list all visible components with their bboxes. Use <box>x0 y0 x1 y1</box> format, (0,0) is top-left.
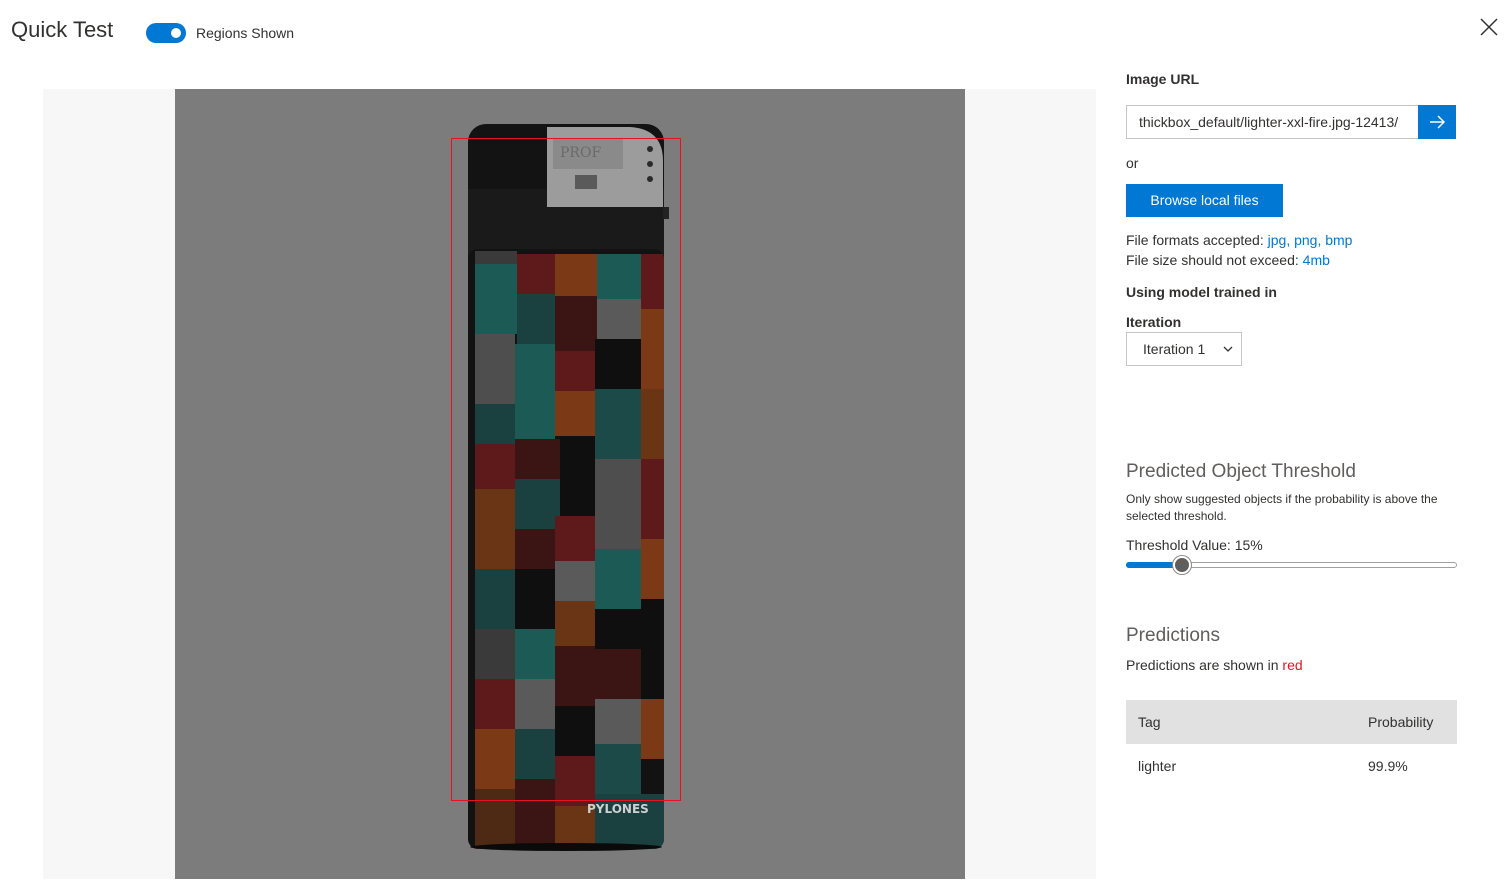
row-tag: lighter <box>1138 758 1177 774</box>
model-label: Using model trained in <box>1126 284 1277 300</box>
page-title: Quick Test <box>11 17 114 42</box>
header-tag: Tag <box>1138 714 1161 730</box>
threshold-slider-thumb[interactable] <box>1173 556 1192 574</box>
predictions-note-prefix: Predictions are shown in <box>1126 657 1279 673</box>
threshold-description: Only show suggested objects if the proba… <box>1126 492 1438 523</box>
file-formats-prefix: File formats accepted: <box>1126 232 1264 248</box>
image-url-submit-button[interactable] <box>1418 105 1456 139</box>
file-size-value: 4mb <box>1302 252 1330 268</box>
browse-local-files-button[interactable]: Browse local files <box>1126 184 1283 217</box>
predictions-table: Tag Probability lighter 99.9% <box>1126 700 1457 788</box>
file-size-prefix: File size should not exceed: <box>1126 252 1299 268</box>
threshold-value-label: Threshold Value: 15% <box>1126 537 1263 553</box>
iteration-select[interactable]: Iteration 1 <box>1126 332 1242 366</box>
iteration-selected-value: Iteration 1 <box>1143 341 1206 357</box>
file-formats-line: File formats accepted: jpg, png, bmp <box>1126 232 1353 248</box>
predictions-note-color: red <box>1282 657 1303 673</box>
arrow-right-icon <box>1430 115 1446 129</box>
predictions-note: Predictions are shown in red <box>1126 657 1303 673</box>
row-probability: 99.9% <box>1368 758 1408 774</box>
chevron-down-icon <box>1223 346 1233 352</box>
format-bmp-link[interactable]: bmp <box>1325 232 1352 248</box>
predictions-table-header: Tag Probability <box>1126 700 1457 744</box>
header-probability: Probability <box>1368 714 1434 730</box>
format-png-link[interactable]: png <box>1294 232 1317 248</box>
lighter-brand-text: PYLONES <box>587 802 649 816</box>
regions-toggle-label: Regions Shown <box>196 25 295 41</box>
iteration-label: Iteration <box>1126 314 1182 330</box>
format-jpg-link[interactable]: jpg <box>1268 232 1287 248</box>
toggle-knob <box>171 28 181 38</box>
table-row[interactable]: lighter 99.9% <box>1126 744 1457 788</box>
image-url-input[interactable]: /12413-thickbox_default/lighter-xxl-fire… <box>1126 105 1419 139</box>
image-url-label: Image URL <box>1126 71 1200 87</box>
close-button[interactable] <box>1478 16 1500 38</box>
predictions-section-title: Predictions <box>1126 625 1220 646</box>
close-icon <box>1480 18 1498 36</box>
prediction-region-box <box>451 138 681 801</box>
or-text: or <box>1126 155 1139 171</box>
file-size-line: File size should not exceed: 4mb <box>1126 252 1330 268</box>
threshold-section-title: Predicted Object Threshold <box>1126 461 1356 482</box>
regions-toggle[interactable] <box>146 23 186 43</box>
